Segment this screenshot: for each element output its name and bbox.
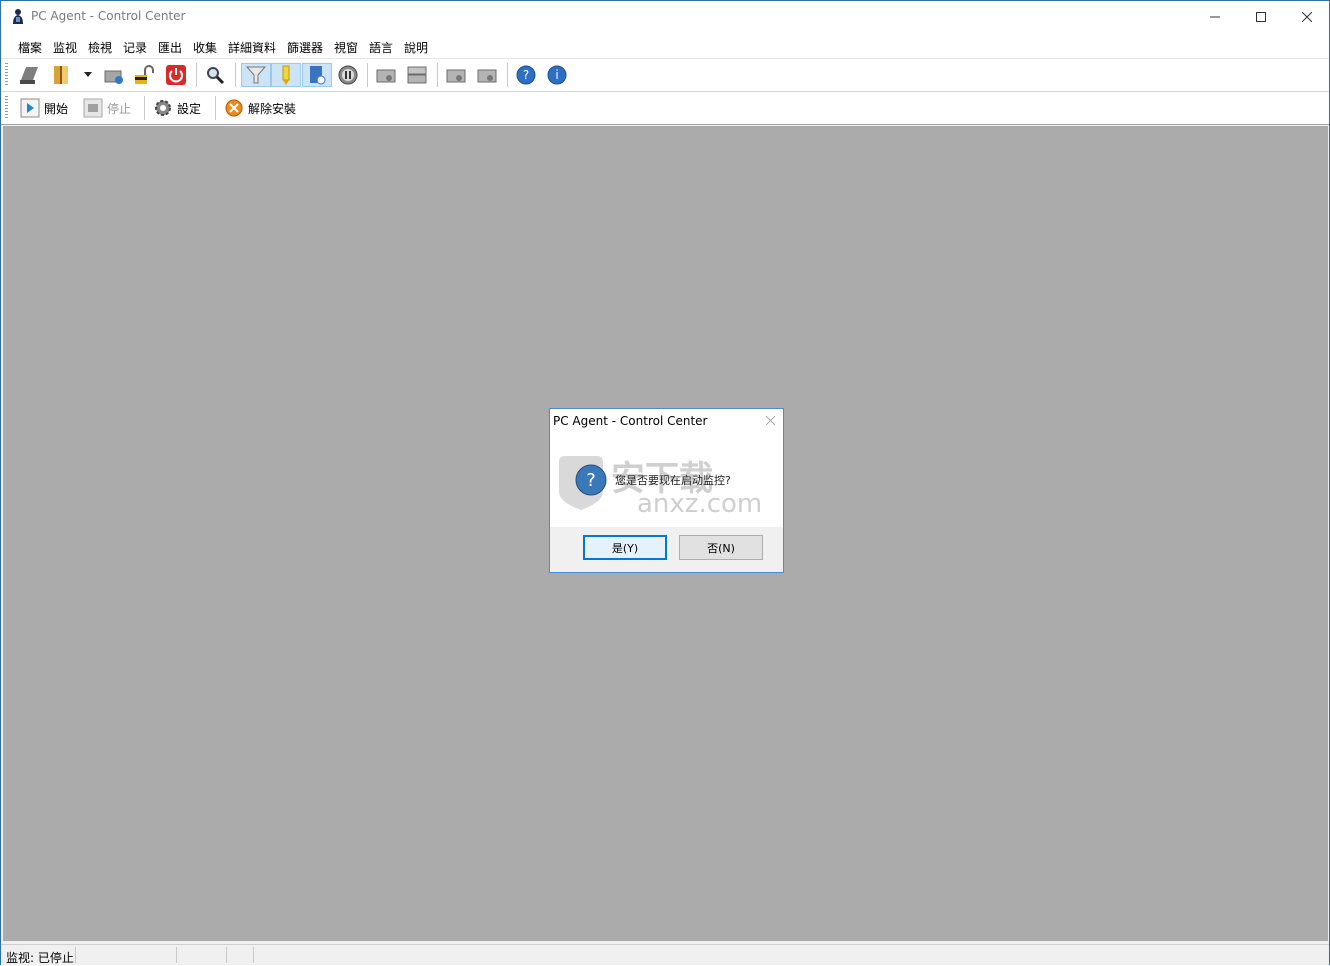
unlock-icon: [135, 65, 154, 84]
svg-text:?: ?: [523, 68, 529, 82]
toolbar-grip[interactable]: [5, 96, 8, 120]
stop-button[interactable]: 停止: [83, 96, 131, 120]
status-divider: [75, 947, 76, 963]
question-icon: ?: [575, 464, 607, 496]
toolbar-separator: [367, 63, 368, 87]
toolbar-grip[interactable]: [5, 63, 8, 87]
uninstall-icon: [225, 99, 243, 117]
window-title: PC Agent - Control Center: [31, 9, 186, 23]
confirm-dialog: PC Agent - Control Center 安下载 anxz.com ?…: [549, 408, 784, 573]
help-icon: ?: [516, 65, 536, 85]
toolbar-separator: [437, 63, 438, 87]
book-button[interactable]: [50, 63, 74, 87]
book-dropdown-button[interactable]: [81, 63, 95, 87]
menu-details[interactable]: 詳細資料: [228, 39, 276, 56]
filter-icon: [245, 66, 267, 84]
uninstall-label: 解除安裝: [248, 101, 297, 116]
highlight-button[interactable]: [271, 63, 301, 87]
search-icon: [207, 67, 225, 85]
menu-bar: 檔案 监视 檢視 记录 匯出 收集 詳細資料 篩選器 視窗 語言 說明: [1, 32, 1329, 59]
pause-button[interactable]: [336, 63, 360, 87]
help-button[interactable]: ?: [514, 63, 538, 87]
search-button[interactable]: [203, 63, 227, 87]
maximize-icon: [1256, 11, 1266, 22]
unlock-button[interactable]: [132, 63, 156, 87]
menu-view[interactable]: 檢視: [88, 39, 112, 56]
status-divider: [226, 947, 227, 963]
drive-button-3[interactable]: [444, 63, 468, 87]
file-info-icon: [310, 66, 326, 85]
computer-button[interactable]: [17, 63, 41, 87]
title-bar: PC Agent - Control Center: [1, 1, 1329, 32]
chevron-down-icon: [84, 72, 92, 77]
yes-button[interactable]: 是(Y): [583, 535, 667, 560]
dialog-close-button[interactable]: [765, 414, 776, 429]
uninstall-button[interactable]: 解除安裝: [224, 96, 296, 120]
stop-label: 停止: [107, 101, 132, 116]
drive-button-2[interactable]: [405, 63, 429, 87]
gear-icon: [155, 100, 171, 116]
status-divider: [176, 947, 177, 963]
main-toolbar: ? i: [1, 59, 1329, 92]
monitor-status: 监视: 已停止: [6, 951, 74, 965]
drive-stack-icon: [407, 66, 427, 84]
toolbar-separator: [144, 96, 145, 120]
disk-info-button[interactable]: [102, 63, 126, 87]
info-icon: i: [547, 65, 567, 85]
book-icon: [54, 66, 68, 84]
power-icon: [166, 65, 186, 85]
filter-button[interactable]: [241, 63, 271, 87]
close-button[interactable]: [1284, 1, 1330, 32]
settings-button[interactable]: 設定: [153, 96, 201, 120]
toolbar-separator: [215, 96, 216, 120]
minimize-button[interactable]: [1192, 1, 1238, 32]
pause-icon: [338, 65, 358, 85]
toolbar-separator: [235, 63, 236, 87]
stop-icon: [83, 98, 103, 118]
drive-icon: [376, 69, 396, 83]
dialog-body: 安下载 anxz.com ? 您是否要现在启动监控?: [550, 435, 783, 527]
highlighter-icon: [282, 65, 290, 85]
about-button[interactable]: i: [545, 63, 569, 87]
disk-info-icon: [104, 70, 123, 84]
menu-language[interactable]: 語言: [369, 39, 393, 56]
menu-window[interactable]: 視窗: [334, 39, 358, 56]
control-toolbar: 開始 停止 設定 解除安裝: [1, 92, 1329, 125]
menu-file[interactable]: 檔案: [18, 39, 42, 56]
start-label: 開始: [44, 101, 69, 116]
file-info-button[interactable]: [302, 63, 332, 87]
minimize-icon: [1210, 16, 1220, 17]
close-icon: [1302, 11, 1312, 22]
computer-icon: [20, 67, 38, 84]
status-bar: 监视: 已停止: [1, 944, 1329, 965]
menu-filter[interactable]: 篩選器: [287, 39, 323, 56]
drive-button-4[interactable]: [475, 63, 499, 87]
menu-export[interactable]: 匯出: [158, 39, 182, 56]
menu-monitor[interactable]: 监视: [53, 39, 77, 56]
toolbar-separator: [507, 63, 508, 87]
maximize-button[interactable]: [1238, 1, 1284, 32]
svg-text:?: ?: [586, 470, 596, 491]
dialog-message: 您是否要现在启动监控?: [615, 474, 731, 487]
menu-help[interactable]: 說明: [404, 39, 428, 56]
svg-text:i: i: [555, 68, 558, 82]
drive-button-1[interactable]: [374, 63, 398, 87]
dialog-title: PC Agent - Control Center: [553, 414, 708, 428]
menu-collect[interactable]: 收集: [193, 39, 217, 56]
play-icon: [20, 98, 40, 118]
menu-log[interactable]: 记录: [123, 39, 147, 56]
drive-icon: [477, 69, 497, 83]
dialog-title-bar: PC Agent - Control Center: [550, 409, 783, 435]
watermark-subtext: anxz.com: [637, 489, 762, 514]
start-button[interactable]: 開始: [20, 96, 68, 120]
agent-app-icon: [13, 9, 23, 24]
drive-icon: [446, 69, 466, 83]
status-divider: [253, 947, 254, 963]
close-icon: [765, 415, 776, 426]
toolbar-separator: [196, 63, 197, 87]
settings-label: 設定: [177, 101, 202, 116]
power-button[interactable]: [164, 63, 188, 87]
no-button[interactable]: 否(N): [679, 535, 763, 560]
